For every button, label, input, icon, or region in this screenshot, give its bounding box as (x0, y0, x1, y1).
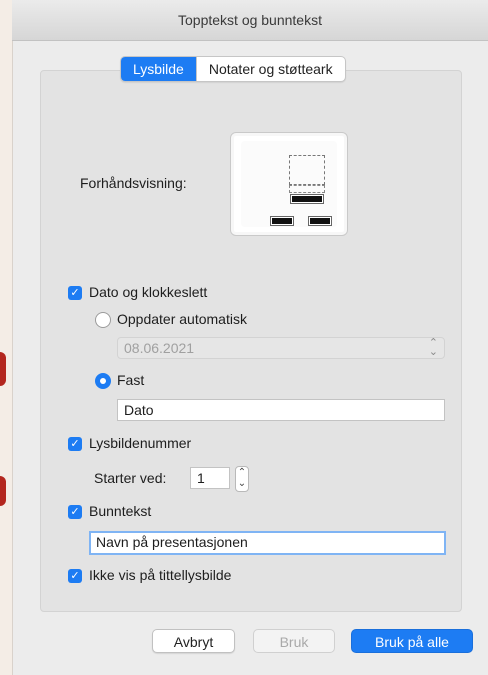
background-decoration (0, 352, 6, 386)
up-down-arrows-icon: ⌃ ⌄ (237, 467, 247, 489)
preview-placeholder-box (289, 155, 325, 185)
apply-button[interactable]: Bruk (253, 629, 335, 653)
preview-date-marker (271, 217, 293, 225)
window-title: Topptekst og bunntekst (12, 0, 488, 41)
fixed-label: Fast (117, 372, 145, 388)
fixed-date-input[interactable]: Dato (117, 399, 445, 421)
tab-notes-handouts[interactable]: Notater og støtteark (195, 57, 345, 81)
checkmark-icon: ✓ (70, 287, 80, 299)
slide-number-label: Lysbildenummer (89, 435, 192, 451)
date-time-checkbox[interactable]: ✓ (68, 286, 82, 300)
start-at-input[interactable]: 1 (190, 467, 230, 489)
footer-text-input[interactable]: Navn på presentasjonen (89, 531, 446, 555)
cancel-button[interactable]: Avbryt (152, 629, 235, 653)
footer-label: Bunntekst (89, 503, 152, 519)
checkmark-icon: ✓ (70, 506, 80, 518)
date-format-value: 08.06.2021 (124, 340, 195, 356)
tab-slide[interactable]: Lysbilde (121, 57, 196, 81)
preview-thumbnail (230, 132, 348, 236)
checkmark-icon: ✓ (70, 438, 80, 450)
preview-footer-highlight (291, 195, 323, 203)
slide-number-checkbox[interactable]: ✓ (68, 437, 82, 451)
apply-all-button[interactable]: Bruk på alle (351, 629, 473, 653)
start-at-stepper[interactable]: ⌃ ⌄ (235, 466, 249, 492)
background-decoration (0, 476, 6, 506)
footer-checkbox[interactable]: ✓ (68, 505, 82, 519)
preview-label: Forhåndsvisning: (80, 175, 187, 191)
auto-update-radio[interactable] (95, 312, 111, 328)
start-at-label: Starter ved: (94, 470, 167, 486)
chevron-updown-icon: ⌃ ⌄ (428, 337, 438, 358)
background-window-edge (0, 0, 13, 675)
preview-placeholder-box (289, 185, 325, 193)
auto-update-label: Oppdater automatisk (117, 311, 247, 327)
tab-bar: Lysbilde Notater og støtteark (120, 56, 346, 82)
hide-on-title-label: Ikke vis på tittellysbilde (89, 567, 232, 583)
date-format-select[interactable]: 08.06.2021 ⌃ ⌄ (117, 337, 445, 359)
checkmark-icon: ✓ (70, 570, 80, 582)
date-time-label: Dato og klokkeslett (89, 284, 208, 300)
preview-number-marker (309, 217, 331, 225)
preview-slide (241, 141, 337, 227)
hide-on-title-checkbox[interactable]: ✓ (68, 569, 82, 583)
fixed-radio[interactable] (95, 373, 111, 389)
